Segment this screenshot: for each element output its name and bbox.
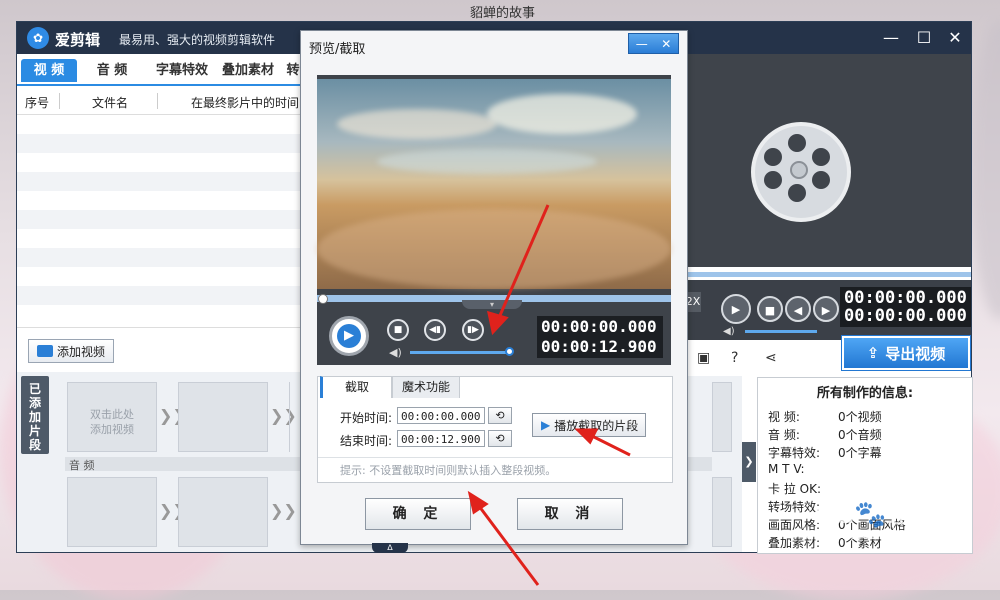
arrow-head — [467, 490, 489, 515]
arrow-head — [487, 310, 509, 336]
annotation-arrow — [496, 204, 550, 321]
annotation-arrow — [589, 433, 631, 457]
arrow-head — [574, 428, 599, 445]
annotation-arrow — [474, 501, 540, 586]
watermark-url: jingyan.baidu.com — [790, 528, 910, 543]
chevron-up-icon[interactable]: ᐃ — [372, 543, 408, 553]
